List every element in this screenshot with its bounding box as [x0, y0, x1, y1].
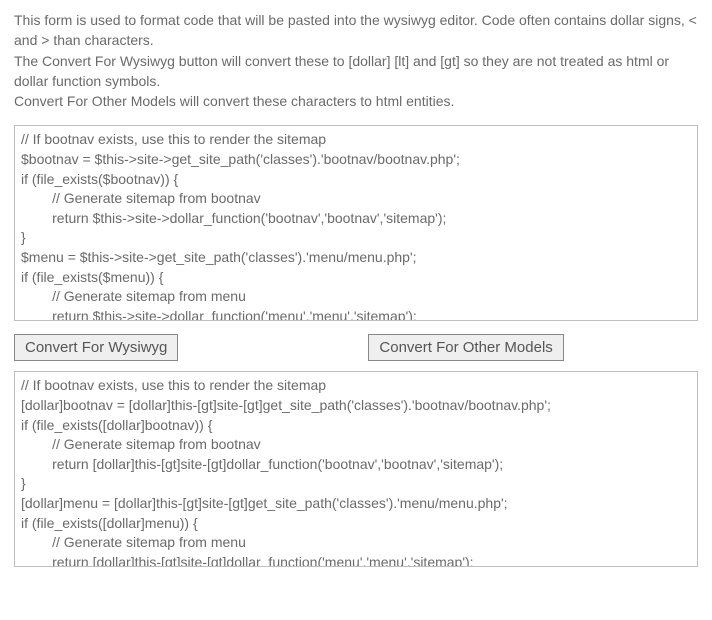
convert-wysiwyg-button[interactable]: Convert For Wysiwyg: [14, 334, 178, 361]
button-row: Convert For Wysiwyg Convert For Other Mo…: [14, 334, 698, 361]
output-code-container: [14, 371, 698, 570]
description-line-3: Convert For Other Models will convert th…: [14, 91, 698, 111]
convert-other-models-button[interactable]: Convert For Other Models: [368, 334, 563, 361]
input-code-textarea[interactable]: [14, 125, 698, 321]
input-code-container: [14, 125, 698, 324]
description-line-1: This form is used to format code that wi…: [14, 10, 698, 51]
output-code-textarea[interactable]: [14, 371, 698, 567]
form-description: This form is used to format code that wi…: [14, 10, 698, 111]
description-line-2: The Convert For Wysiwyg button will conv…: [14, 51, 698, 92]
